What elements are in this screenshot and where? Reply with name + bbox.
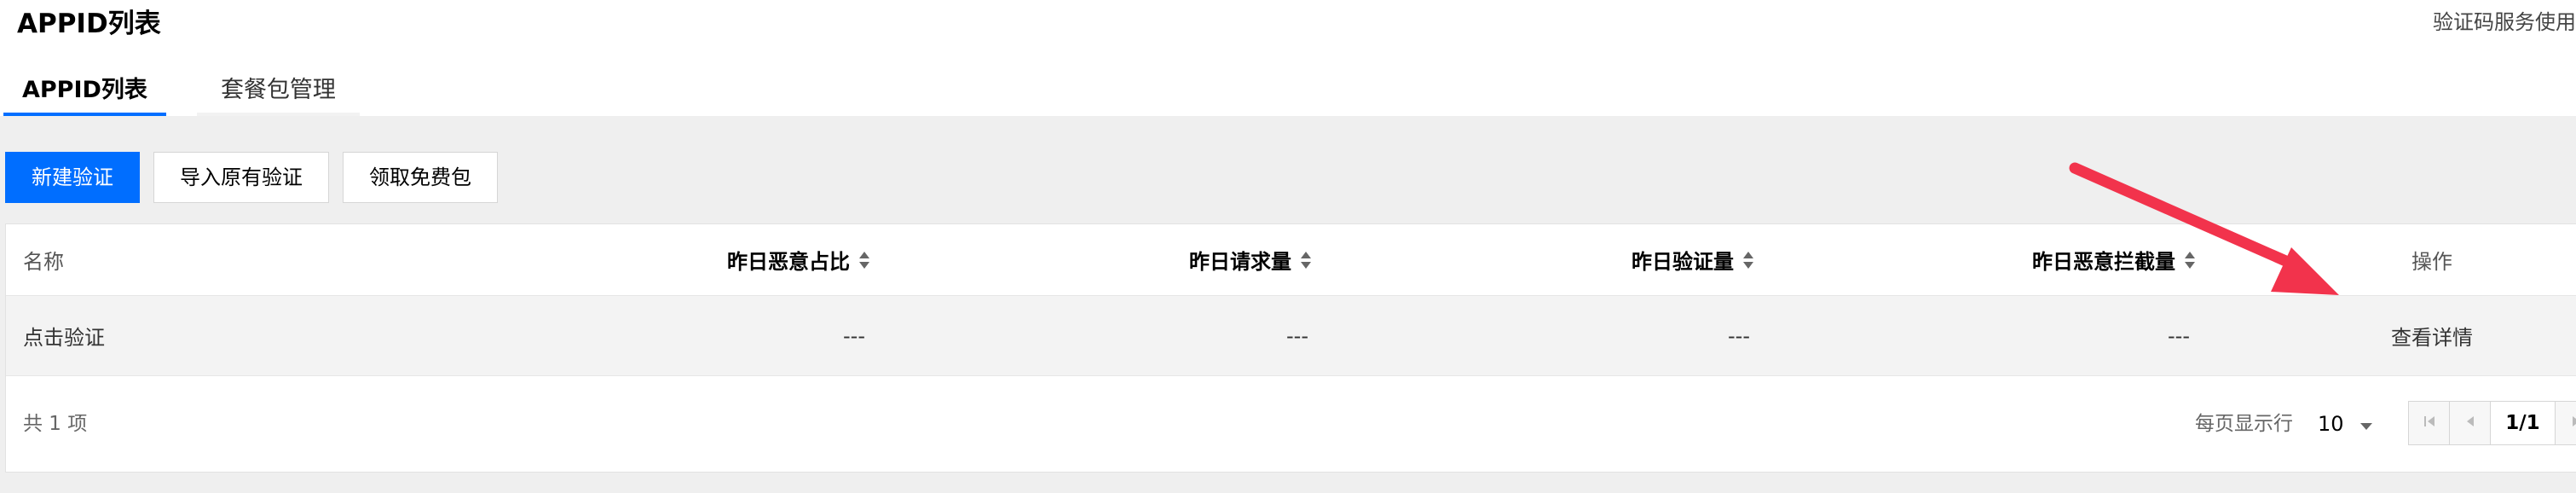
tab-bar: APPID列表 套餐包管理: [0, 68, 360, 116]
tab-package-management[interactable]: 套餐包管理: [196, 68, 360, 116]
page-indicator: 1/1: [2491, 402, 2556, 444]
content-area: 新建验证 导入原有验证 领取免费包 名称 昨日恶意占比 昨日请求量 昨日验证量 …: [0, 116, 2576, 493]
previous-page-button[interactable]: [2450, 402, 2491, 444]
next-page-icon: [2572, 415, 2576, 432]
import-verification-button[interactable]: 导入原有验证: [153, 152, 329, 203]
table-row: 点击验证 --- --- --- --- 查看详情: [6, 296, 2576, 376]
total-count: 共 1 项: [23, 413, 88, 435]
page: APPID列表 验证码服务使用 APPID列表 套餐包管理 新建验证 导入原有验…: [0, 0, 2576, 493]
column-header-requests[interactable]: 昨日请求量: [1189, 224, 1312, 295]
tab-appid-list[interactable]: APPID列表: [3, 68, 166, 116]
page-title: APPID列表: [17, 9, 161, 39]
cell-malicious-ratio: ---: [843, 323, 865, 348]
previous-page-icon: [2466, 415, 2475, 432]
view-details-link[interactable]: 查看详情: [2391, 296, 2473, 375]
cell-name: 点击验证: [23, 326, 105, 350]
cell-verifications: ---: [1728, 323, 1750, 348]
column-header-actions: 操作: [2411, 250, 2452, 274]
cell-requests: ---: [1286, 323, 1308, 348]
next-page-button[interactable]: [2556, 402, 2576, 444]
sort-icon[interactable]: [1300, 251, 1312, 270]
table-footer: 共 1 项 每页显示行 10 1/1: [6, 376, 2576, 472]
per-page-value: 10: [2318, 412, 2344, 436]
new-verification-button[interactable]: 新建验证: [5, 152, 140, 203]
sort-icon[interactable]: [2184, 251, 2196, 270]
claim-free-package-button[interactable]: 领取免费包: [343, 152, 498, 203]
toolbar: 新建验证 导入原有验证 领取免费包: [5, 152, 498, 203]
sort-icon[interactable]: [1742, 251, 1754, 270]
column-header-name: 名称: [23, 250, 64, 274]
pagination: 1/1: [2408, 401, 2576, 445]
column-header-malicious-ratio[interactable]: 昨日恶意占比: [727, 224, 870, 295]
first-page-button[interactable]: [2409, 402, 2450, 444]
caret-down-icon: [2359, 412, 2373, 436]
first-page-icon: [2423, 415, 2435, 432]
sort-icon[interactable]: [858, 251, 870, 270]
service-usage-link[interactable]: 验证码服务使用: [2433, 7, 2576, 38]
column-header-verifications[interactable]: 昨日验证量: [1632, 224, 1754, 295]
column-header-blocked[interactable]: 昨日恶意拦截量: [2032, 224, 2196, 295]
appid-table: 名称 昨日恶意占比 昨日请求量 昨日验证量 昨日恶意拦截量 操作 点击验证 --…: [5, 223, 2576, 473]
table-header: 名称 昨日恶意占比 昨日请求量 昨日验证量 昨日恶意拦截量 操作: [6, 224, 2576, 296]
cell-blocked: ---: [2168, 323, 2190, 348]
per-page-select[interactable]: 10: [2318, 407, 2373, 441]
per-page-label: 每页显示行: [2195, 413, 2293, 435]
